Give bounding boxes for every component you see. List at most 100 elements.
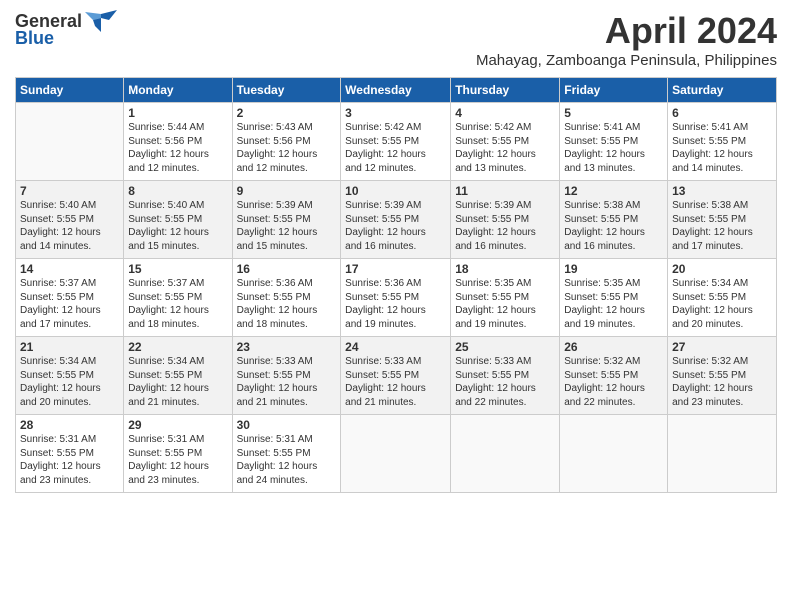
calendar-cell: 27Sunrise: 5:32 AM Sunset: 5:55 PM Dayli…	[668, 337, 777, 415]
weekday-header: Thursday	[451, 78, 560, 103]
title-block: April 2024 Mahayag, Zamboanga Peninsula,…	[476, 10, 777, 69]
calendar-cell: 25Sunrise: 5:33 AM Sunset: 5:55 PM Dayli…	[451, 337, 560, 415]
page-header: General Blue April 2024 Mahayag, Zamboan…	[15, 10, 777, 69]
day-info: Sunrise: 5:33 AM Sunset: 5:55 PM Dayligh…	[237, 355, 337, 409]
calendar-cell: 26Sunrise: 5:32 AM Sunset: 5:55 PM Dayli…	[560, 337, 668, 415]
calendar-cell: 14Sunrise: 5:37 AM Sunset: 5:55 PM Dayli…	[16, 259, 124, 337]
calendar-cell: 29Sunrise: 5:31 AM Sunset: 5:55 PM Dayli…	[124, 415, 232, 493]
calendar-cell: 15Sunrise: 5:37 AM Sunset: 5:55 PM Dayli…	[124, 259, 232, 337]
day-info: Sunrise: 5:34 AM Sunset: 5:55 PM Dayligh…	[672, 277, 772, 331]
calendar-cell: 3Sunrise: 5:42 AM Sunset: 5:55 PM Daylig…	[341, 103, 451, 181]
day-number: 30	[237, 418, 337, 432]
day-number: 10	[345, 184, 446, 198]
main-title: April 2024	[476, 10, 777, 52]
calendar-cell: 30Sunrise: 5:31 AM Sunset: 5:55 PM Dayli…	[232, 415, 341, 493]
day-info: Sunrise: 5:32 AM Sunset: 5:55 PM Dayligh…	[672, 355, 772, 409]
calendar-cell: 20Sunrise: 5:34 AM Sunset: 5:55 PM Dayli…	[668, 259, 777, 337]
day-info: Sunrise: 5:41 AM Sunset: 5:55 PM Dayligh…	[564, 121, 663, 175]
day-info: Sunrise: 5:42 AM Sunset: 5:55 PM Dayligh…	[345, 121, 446, 175]
day-number: 27	[672, 340, 772, 354]
calendar-cell: 17Sunrise: 5:36 AM Sunset: 5:55 PM Dayli…	[341, 259, 451, 337]
calendar-cell: 23Sunrise: 5:33 AM Sunset: 5:55 PM Dayli…	[232, 337, 341, 415]
day-info: Sunrise: 5:38 AM Sunset: 5:55 PM Dayligh…	[672, 199, 772, 253]
day-info: Sunrise: 5:37 AM Sunset: 5:55 PM Dayligh…	[128, 277, 227, 331]
day-info: Sunrise: 5:37 AM Sunset: 5:55 PM Dayligh…	[20, 277, 119, 331]
logo: General Blue	[15, 10, 117, 49]
calendar-cell: 2Sunrise: 5:43 AM Sunset: 5:56 PM Daylig…	[232, 103, 341, 181]
calendar-cell: 7Sunrise: 5:40 AM Sunset: 5:55 PM Daylig…	[16, 181, 124, 259]
day-info: Sunrise: 5:31 AM Sunset: 5:55 PM Dayligh…	[237, 433, 337, 487]
weekday-header: Sunday	[16, 78, 124, 103]
day-number: 18	[455, 262, 555, 276]
day-number: 19	[564, 262, 663, 276]
day-number: 15	[128, 262, 227, 276]
day-info: Sunrise: 5:35 AM Sunset: 5:55 PM Dayligh…	[455, 277, 555, 331]
calendar-cell: 28Sunrise: 5:31 AM Sunset: 5:55 PM Dayli…	[16, 415, 124, 493]
logo-text-blue: Blue	[15, 28, 54, 49]
calendar-cell: 12Sunrise: 5:38 AM Sunset: 5:55 PM Dayli…	[560, 181, 668, 259]
day-number: 14	[20, 262, 119, 276]
day-info: Sunrise: 5:33 AM Sunset: 5:55 PM Dayligh…	[455, 355, 555, 409]
day-info: Sunrise: 5:31 AM Sunset: 5:55 PM Dayligh…	[128, 433, 227, 487]
day-number: 5	[564, 106, 663, 120]
weekday-header: Monday	[124, 78, 232, 103]
day-number: 3	[345, 106, 446, 120]
day-info: Sunrise: 5:39 AM Sunset: 5:55 PM Dayligh…	[237, 199, 337, 253]
day-info: Sunrise: 5:40 AM Sunset: 5:55 PM Dayligh…	[128, 199, 227, 253]
calendar-cell	[668, 415, 777, 493]
calendar-cell: 10Sunrise: 5:39 AM Sunset: 5:55 PM Dayli…	[341, 181, 451, 259]
calendar-cell: 21Sunrise: 5:34 AM Sunset: 5:55 PM Dayli…	[16, 337, 124, 415]
day-info: Sunrise: 5:44 AM Sunset: 5:56 PM Dayligh…	[128, 121, 227, 175]
calendar-cell: 16Sunrise: 5:36 AM Sunset: 5:55 PM Dayli…	[232, 259, 341, 337]
calendar-cell: 1Sunrise: 5:44 AM Sunset: 5:56 PM Daylig…	[124, 103, 232, 181]
day-info: Sunrise: 5:42 AM Sunset: 5:55 PM Dayligh…	[455, 121, 555, 175]
calendar-cell: 24Sunrise: 5:33 AM Sunset: 5:55 PM Dayli…	[341, 337, 451, 415]
day-info: Sunrise: 5:34 AM Sunset: 5:55 PM Dayligh…	[128, 355, 227, 409]
weekday-header: Friday	[560, 78, 668, 103]
weekday-header: Tuesday	[232, 78, 341, 103]
calendar-table: SundayMondayTuesdayWednesdayThursdayFrid…	[15, 77, 777, 493]
calendar-cell: 6Sunrise: 5:41 AM Sunset: 5:55 PM Daylig…	[668, 103, 777, 181]
day-number: 8	[128, 184, 227, 198]
calendar-header: SundayMondayTuesdayWednesdayThursdayFrid…	[16, 78, 777, 103]
day-number: 22	[128, 340, 227, 354]
day-number: 11	[455, 184, 555, 198]
day-number: 1	[128, 106, 227, 120]
day-number: 21	[20, 340, 119, 354]
day-info: Sunrise: 5:38 AM Sunset: 5:55 PM Dayligh…	[564, 199, 663, 253]
calendar-cell: 11Sunrise: 5:39 AM Sunset: 5:55 PM Dayli…	[451, 181, 560, 259]
weekday-header: Saturday	[668, 78, 777, 103]
calendar-cell: 19Sunrise: 5:35 AM Sunset: 5:55 PM Dayli…	[560, 259, 668, 337]
calendar-cell	[341, 415, 451, 493]
day-info: Sunrise: 5:43 AM Sunset: 5:56 PM Dayligh…	[237, 121, 337, 175]
day-info: Sunrise: 5:36 AM Sunset: 5:55 PM Dayligh…	[237, 277, 337, 331]
calendar-cell: 5Sunrise: 5:41 AM Sunset: 5:55 PM Daylig…	[560, 103, 668, 181]
day-info: Sunrise: 5:36 AM Sunset: 5:55 PM Dayligh…	[345, 277, 446, 331]
day-number: 13	[672, 184, 772, 198]
day-number: 6	[672, 106, 772, 120]
day-number: 25	[455, 340, 555, 354]
day-info: Sunrise: 5:39 AM Sunset: 5:55 PM Dayligh…	[455, 199, 555, 253]
calendar-cell: 22Sunrise: 5:34 AM Sunset: 5:55 PM Dayli…	[124, 337, 232, 415]
day-number: 9	[237, 184, 337, 198]
day-number: 7	[20, 184, 119, 198]
calendar-cell	[16, 103, 124, 181]
day-number: 2	[237, 106, 337, 120]
day-number: 17	[345, 262, 446, 276]
calendar-body: 1Sunrise: 5:44 AM Sunset: 5:56 PM Daylig…	[16, 103, 777, 493]
day-info: Sunrise: 5:33 AM Sunset: 5:55 PM Dayligh…	[345, 355, 446, 409]
day-number: 12	[564, 184, 663, 198]
day-number: 24	[345, 340, 446, 354]
day-number: 26	[564, 340, 663, 354]
day-number: 4	[455, 106, 555, 120]
day-info: Sunrise: 5:34 AM Sunset: 5:55 PM Dayligh…	[20, 355, 119, 409]
logo-bird-icon	[85, 10, 117, 32]
day-number: 28	[20, 418, 119, 432]
day-info: Sunrise: 5:41 AM Sunset: 5:55 PM Dayligh…	[672, 121, 772, 175]
calendar-cell	[451, 415, 560, 493]
day-info: Sunrise: 5:31 AM Sunset: 5:55 PM Dayligh…	[20, 433, 119, 487]
day-number: 20	[672, 262, 772, 276]
calendar-cell	[560, 415, 668, 493]
calendar-cell: 9Sunrise: 5:39 AM Sunset: 5:55 PM Daylig…	[232, 181, 341, 259]
day-number: 29	[128, 418, 227, 432]
